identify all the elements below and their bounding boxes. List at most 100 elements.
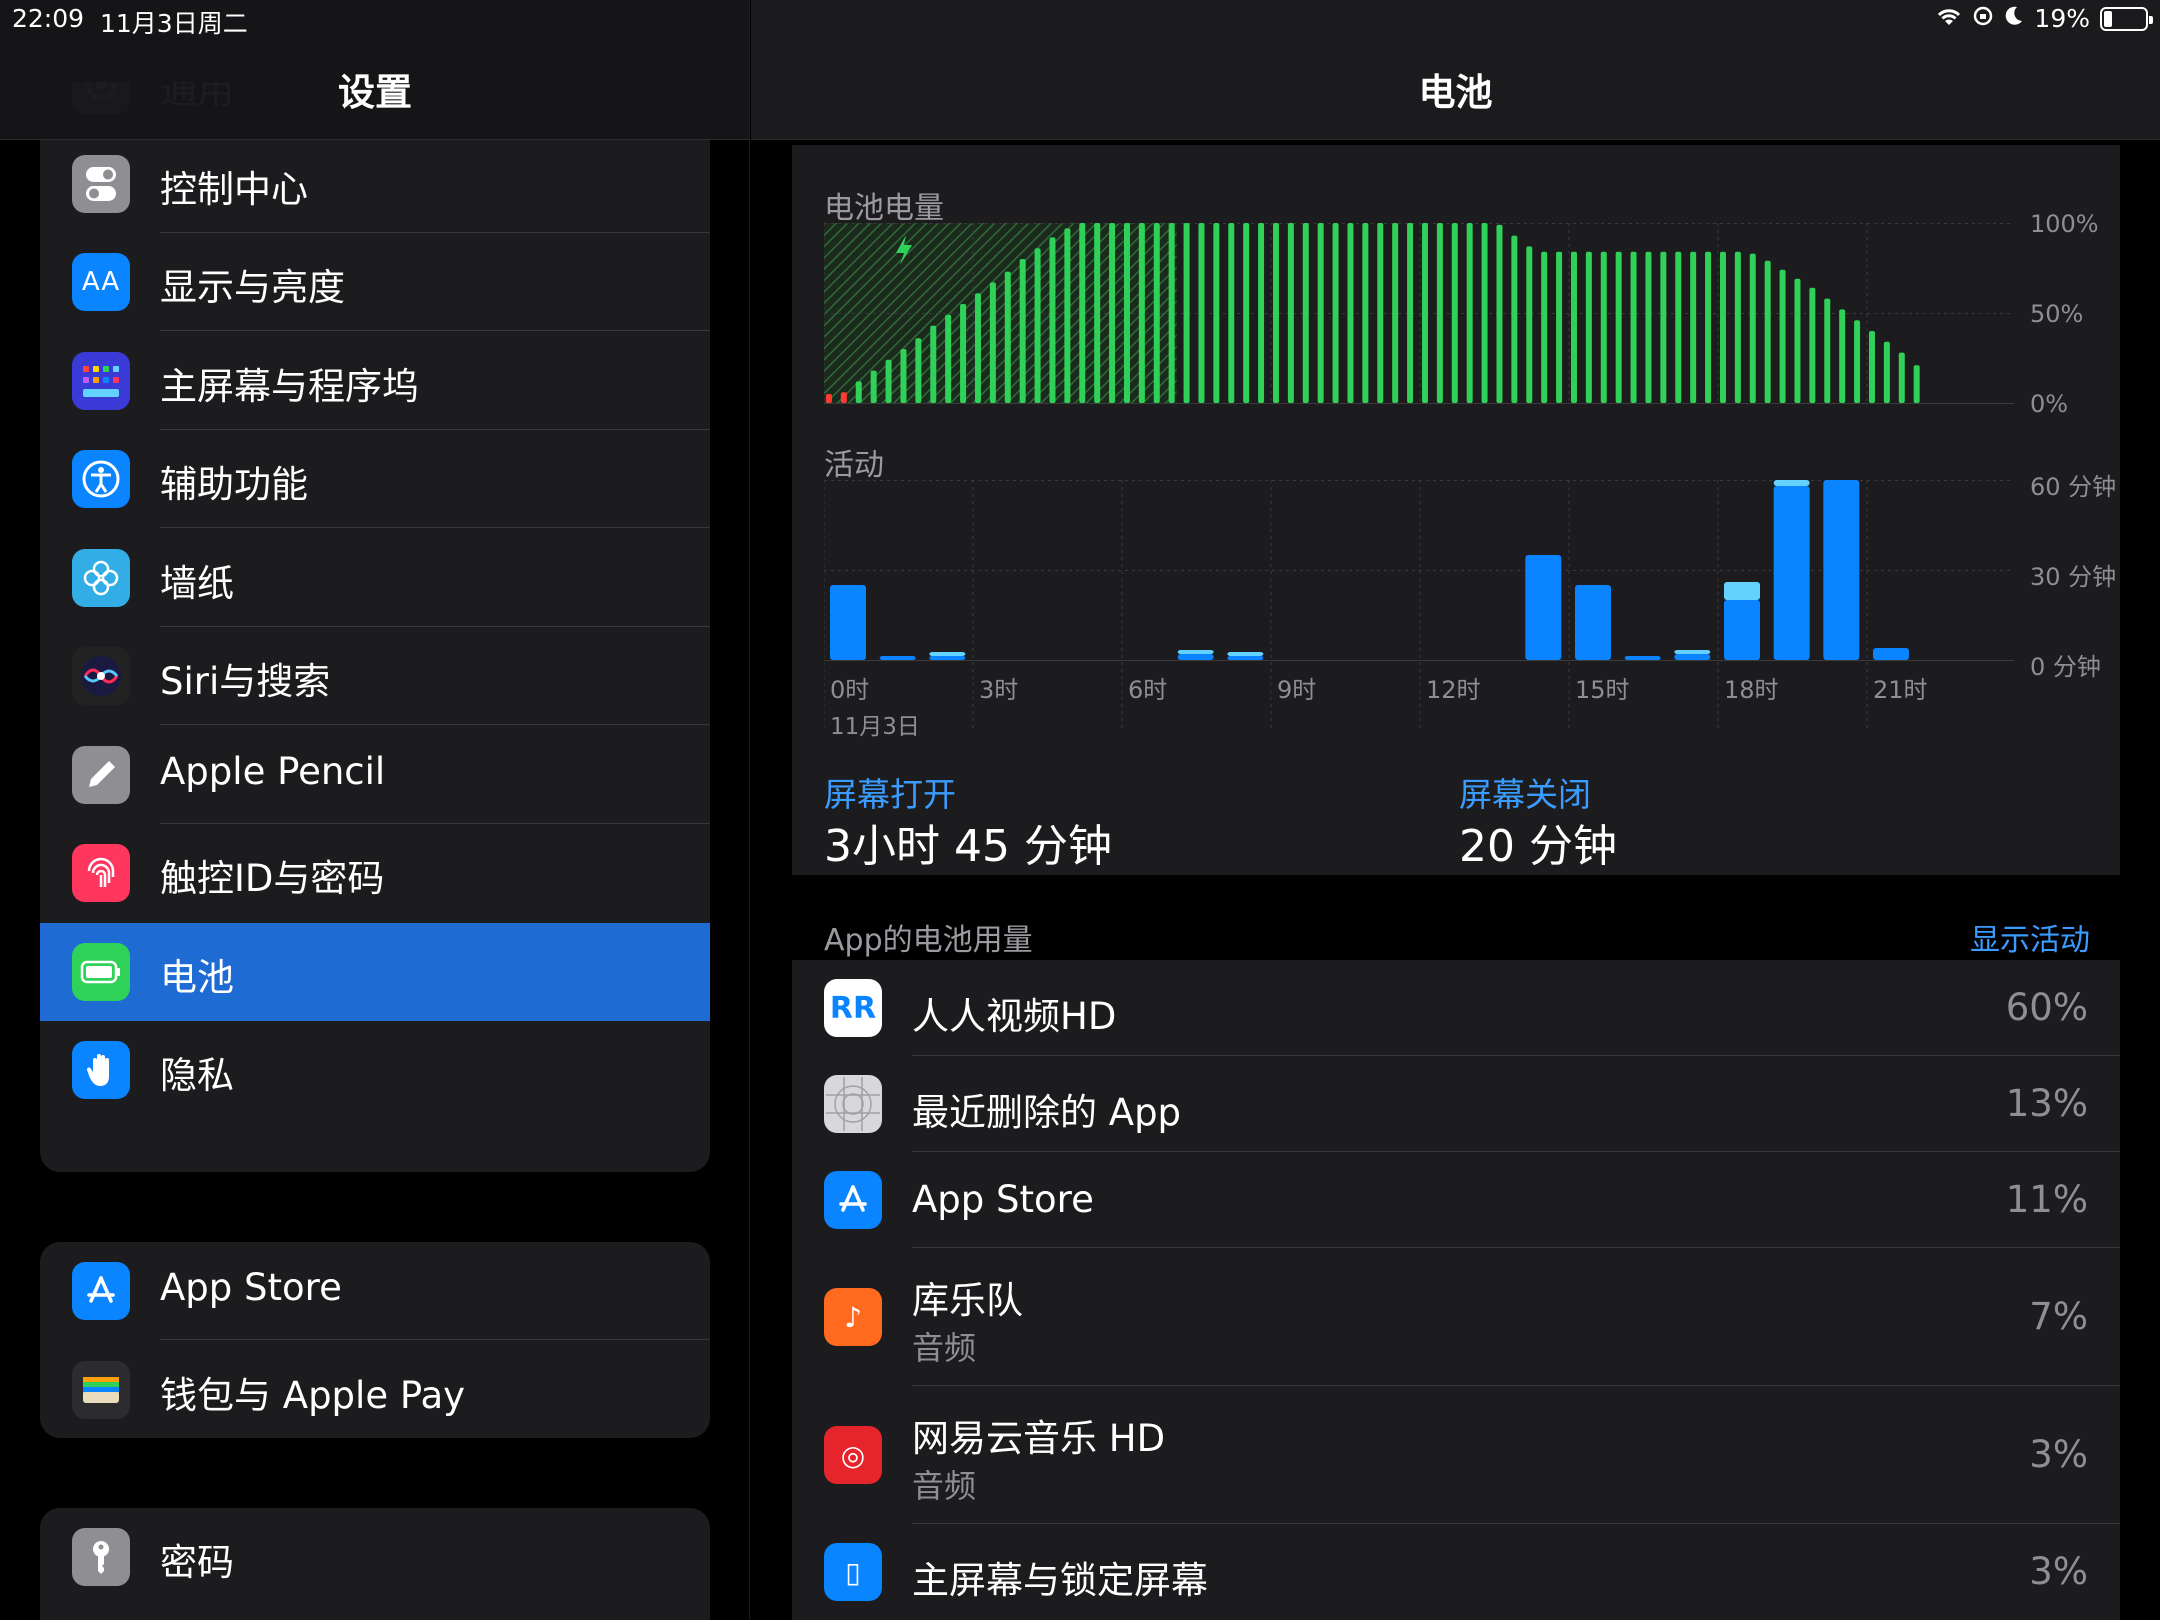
settings-group-passwords: 密码 [40,1508,710,1620]
accessibility-icon [72,450,130,508]
sidebar-item-battery[interactable]: 电池 [40,922,710,1021]
sidebar-item-app-store[interactable]: App Store [40,1242,710,1340]
app-name: 网易云音乐 HD [912,1417,1166,1460]
sidebar-item-label: Apple Pencil [160,749,386,793]
activity-bar-screen-on [1724,600,1760,660]
time-axis-label: 9时 [1277,676,1317,704]
status-bar: 22:09 11月3日周二 19% [0,0,2160,40]
key-icon [72,1528,130,1586]
app-usage-row[interactable]: App Store 11% [792,1152,2120,1248]
battery-level-bar [1258,223,1265,403]
time-axis-label: 18时 [1724,676,1779,704]
battery-level-bar [989,282,996,403]
app-usage-row[interactable]: 最近删除的 App 13% [792,1056,2120,1152]
battery-level-bar [1004,271,1011,403]
time-axis-label: 15时 [1575,676,1630,704]
battery-level-bar [1123,223,1130,403]
sidebar-item-accessibility[interactable]: 辅助功能 [40,430,710,528]
battery-level-bar [1734,251,1741,403]
battery-level-bar [1690,251,1697,403]
sidebar-item-siri[interactable]: Siri与搜索 [40,627,710,725]
battery-level-bar [1630,251,1637,403]
show-activity-link[interactable]: 显示活动 [1970,915,2090,959]
battery-level-bar [900,349,907,403]
battery-level-bar [1168,223,1175,403]
pencil-icon [72,745,130,804]
battery-level-bar [974,293,981,403]
wifi-icon [1936,4,1962,33]
sidebar-item-flower[interactable]: 墙纸 [40,529,710,627]
sidebar-item-label: 主屏幕与程序坞 [160,364,419,408]
sidebar-item-label: 辅助功能 [160,463,308,506]
battery-level-bar [1913,365,1920,403]
sidebar-item-toggle[interactable]: 控制中心 [40,135,710,233]
settings-group-main: 通用控制中心AA显示与亮度主屏幕与程序坞辅助功能墙纸Siri与搜索Apple P… [40,82,710,1172]
activity-bar-screen-on [830,585,866,660]
sidebar-title: 设置 [338,71,412,114]
battery-level-bar [1481,223,1488,403]
battery-level-bar [1451,223,1458,403]
activity-bar-screen-on [1575,585,1611,660]
sidebar-item-key[interactable]: 密码 [40,1508,710,1606]
sidebar-item-label: Siri与搜索 [160,660,331,703]
battery-level-bar [1198,223,1205,403]
battery-level-bar [1749,253,1756,403]
status-right: 19% [1936,4,2153,33]
activity-bar-screen-on [1873,648,1909,660]
app-usage-row[interactable]: ▯ 主屏幕与锁定屏幕 3% [792,1524,2120,1620]
battery-level-bar [1421,223,1428,403]
battery-level-bar [1362,223,1369,403]
app-battery-percent: 3% [2029,1550,2088,1593]
sidebar-item-home-grid[interactable]: 主屏幕与程序坞 [40,332,710,430]
battery-level-bar [1228,223,1235,403]
deleted-app-icon [824,1075,882,1133]
battery-level-bar [840,392,847,403]
sidebar-item-hand[interactable]: 隐私 [40,1021,710,1119]
battery-level-bar [1332,223,1339,403]
app-name: 库乐队 [912,1279,1023,1322]
battery-level-bar [1183,223,1190,403]
activity-bar-screen-on [1674,654,1711,660]
status-time: 22:09 [12,4,85,33]
screen-on-value: 3小时 45 分钟 [824,821,1112,872]
app-category: 音频 [912,1467,977,1505]
activity-bar-screen-off [1773,480,1810,486]
app-usage-row[interactable]: RR 人人视频HD 60% [792,960,2120,1056]
wallet-icon [72,1360,130,1419]
battery-level-bar [1556,251,1563,403]
battery-level-bar [1898,352,1905,403]
battery-level-bar [1570,251,1577,403]
activity-axis-label: 0 分钟 [2030,653,2101,681]
battery-level-bar [1615,251,1622,403]
netease-music-icon: ◎ [824,1426,882,1484]
app-battery-percent: 3% [2029,1433,2088,1476]
sidebar-item-label: 电池 [160,955,234,999]
sidebar-item-fingerprint[interactable]: 触控ID与密码 [40,824,710,922]
level-axis-label: 0% [2030,390,2069,418]
flower-icon [72,548,130,607]
sidebar-item-text-size[interactable]: AA 显示与亮度 [40,233,710,331]
sidebar-item-pencil[interactable]: Apple Pencil [40,726,710,824]
battery-indicator-icon [2100,6,2153,31]
level-axis-label: 100% [2030,210,2099,238]
app-usage-row[interactable]: ◎ 网易云音乐 HD 音频 3% [792,1386,2120,1524]
battery-level-label: 电池电量 [824,191,944,226]
sidebar-item-wallet[interactable]: 钱包与 Apple Pay [40,1341,710,1439]
app-usage-row[interactable]: ♪ 库乐队 音频 7% [792,1248,2120,1386]
battery-level-bar [960,304,967,403]
app-name: App Store [912,1178,1094,1221]
app-name: 人人视频HD [912,995,1117,1038]
orientation-lock-icon [1972,4,1994,33]
sidebar-item-label: 墙纸 [160,561,234,605]
battery-level-chart[interactable] [824,223,2014,413]
battery-level-bar [1779,269,1786,403]
activity-bar-screen-on [1525,555,1562,660]
activity-axis-label: 60 分钟 [2030,473,2117,501]
battery-icon [72,942,130,1001]
screen-off-value: 20 分钟 [1459,821,1617,872]
battery-level-bar [915,338,922,403]
home-grid-icon [72,351,130,410]
garageband-icon: ♪ [824,1288,882,1346]
battery-level-bar [1809,287,1816,403]
app-store-icon [72,1262,130,1320]
